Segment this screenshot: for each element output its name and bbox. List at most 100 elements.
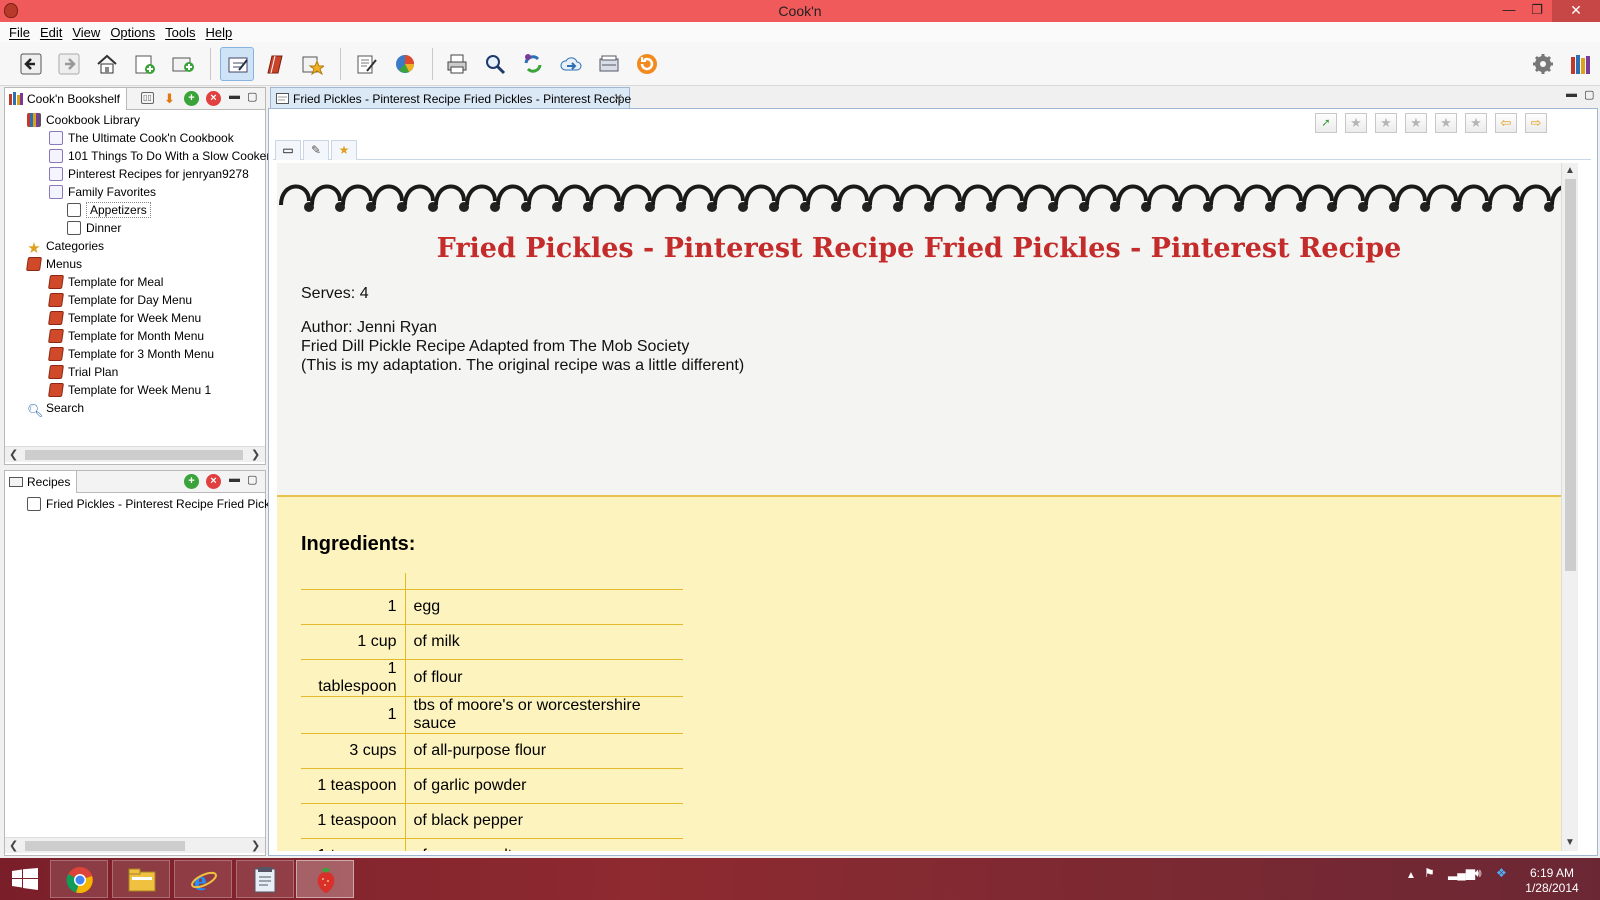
tree-family-favorites[interactable]: Family Favorites — [49, 183, 156, 201]
rating-star-1-icon[interactable]: ★ — [1345, 113, 1367, 133]
search-button[interactable] — [478, 47, 512, 81]
tree-slow-cooker[interactable]: 101 Things To Do With a Slow Cooker — [49, 147, 270, 165]
forward-button[interactable] — [52, 47, 86, 81]
tree-ultimate-cookbook[interactable]: The Ultimate Cook'n Cookbook — [49, 129, 234, 147]
cookbooks-button[interactable] — [258, 47, 292, 81]
tree-cookbook-library[interactable]: Cookbook Library — [27, 111, 140, 129]
panel-maximize-icon[interactable]: ▢ — [247, 90, 257, 103]
scroll-up-icon[interactable]: ▲ — [1565, 165, 1575, 176]
start-button[interactable] — [2, 860, 48, 898]
menu-bar: File Edit View Options Tools Help — [0, 22, 1600, 42]
scroll-left-icon[interactable]: ❮ — [9, 448, 18, 461]
share-icon[interactable]: ➚ — [1315, 113, 1337, 133]
recipe-tab-icon — [276, 93, 289, 104]
rating-star-4-icon[interactable]: ★ — [1435, 113, 1457, 133]
tree-pinterest-recipes[interactable]: Pinterest Recipes for jenryan9278 — [49, 165, 249, 183]
favorites-icon — [302, 56, 324, 75]
recipes-hscrollbar[interactable]: ❮ ❯ — [5, 837, 265, 853]
tree-template-month[interactable]: Template for Month Menu — [48, 327, 204, 345]
menu-tools[interactable]: Tools — [164, 22, 196, 43]
rating-star-3-icon[interactable]: ★ — [1405, 113, 1427, 133]
settings-button[interactable] — [1526, 47, 1560, 81]
scroll-right-icon[interactable]: ❯ — [251, 839, 260, 852]
tree-dinner[interactable]: Dinner — [67, 219, 121, 237]
new-folder-button[interactable] — [166, 47, 200, 81]
close-tab-icon[interactable]: ✕ — [613, 91, 623, 105]
refresh-button[interactable] — [630, 47, 664, 81]
doc-maximize-icon[interactable]: ▢ — [1584, 88, 1594, 101]
print-button[interactable] — [440, 47, 474, 81]
main-toolbar — [0, 42, 1600, 86]
scroll-down-icon[interactable]: ▼ — [1565, 837, 1575, 848]
recipe-document-tab[interactable]: Fried Pickles - Pinterest Recipe Fried P… — [270, 87, 631, 109]
recipe-document: ➚ ★ ★ ★ ★ ★ ⇦ ⇨ ▭ ✎ ★ Fried Pickles - Pi… — [268, 108, 1598, 856]
cloud-upload-button[interactable] — [554, 47, 588, 81]
tree-template-week-1[interactable]: Template for Week Menu 1 — [48, 381, 211, 399]
show-hidden-icons[interactable]: ▲ — [1406, 870, 1416, 881]
nutrition-button[interactable] — [388, 47, 422, 81]
rating-star-2-icon[interactable]: ★ — [1375, 113, 1397, 133]
menu-options[interactable]: Options — [109, 22, 156, 43]
recipe-list-item[interactable]: Fried Pickles - Pinterest Recipe Fried P… — [27, 495, 273, 513]
minimize-button[interactable]: — — [1494, 0, 1524, 22]
file-explorer-taskbar-button[interactable] — [112, 860, 170, 898]
add-icon[interactable]: + — [184, 91, 199, 106]
tree-template-day[interactable]: Template for Day Menu — [48, 291, 192, 309]
favorites-button[interactable] — [296, 47, 330, 81]
tree-trial-plan[interactable]: Trial Plan — [48, 363, 118, 381]
tree-template-3month[interactable]: Template for 3 Month Menu — [48, 345, 214, 363]
edit-pencil-icon[interactable]: ✎ — [303, 140, 329, 160]
panel-minimize-icon[interactable]: ▬ — [229, 90, 240, 102]
delete-icon[interactable]: × — [206, 91, 221, 106]
sync-button[interactable] — [516, 47, 550, 81]
close-window-button[interactable]: ✕ — [1552, 0, 1600, 22]
tree-appetizers[interactable]: Appetizers — [67, 201, 151, 219]
menu-file[interactable]: File — [8, 22, 31, 43]
scroll-right-icon[interactable]: ❯ — [251, 448, 260, 461]
home-button[interactable] — [90, 47, 124, 81]
card-view-icon[interactable]: ▭ — [275, 140, 301, 160]
network-signal-icon[interactable]: ▂▄▆ — [1448, 866, 1475, 880]
restore-button[interactable]: ❐ — [1522, 0, 1552, 22]
tree-template-meal[interactable]: Template for Meal — [48, 273, 163, 291]
panel-minimize-icon[interactable]: ▬ — [229, 473, 240, 485]
documents-taskbar-button[interactable] — [236, 860, 294, 898]
open-book-icon[interactable]: ▯▯ — [141, 92, 154, 104]
bookshelf-tab[interactable]: Cook'n Bookshelf — [5, 88, 128, 110]
tree-template-week[interactable]: Template for Week Menu — [48, 309, 201, 327]
menu-edit[interactable]: Edit — [39, 22, 63, 43]
tree-search[interactable]: 🔍︎ Search — [27, 399, 84, 418]
recipes-tab[interactable]: Recipes — [5, 471, 78, 493]
volume-icon[interactable]: 🔊︎ — [1474, 866, 1482, 881]
bookshelf-button[interactable] — [1564, 47, 1598, 81]
favorite-star-icon[interactable]: ★ — [331, 140, 357, 160]
bookshelf-hscrollbar[interactable]: ❮ ❯ — [5, 446, 265, 462]
dropbox-icon[interactable]: ❖ — [1496, 866, 1507, 880]
tree-menus[interactable]: Menus — [26, 255, 82, 273]
recipe-view-button[interactable] — [220, 47, 254, 81]
previous-recipe-icon[interactable]: ⇦ — [1495, 113, 1517, 133]
tree-categories[interactable]: ★ Categories — [27, 237, 104, 256]
add-recipe-icon[interactable]: + — [184, 474, 199, 489]
clock-time: 6:19 AM — [1529, 866, 1575, 880]
next-recipe-icon[interactable]: ⇨ — [1525, 113, 1547, 133]
menu-help[interactable]: Help — [204, 22, 233, 43]
internet-explorer-taskbar-button[interactable]: e — [174, 860, 232, 898]
cookn-taskbar-button[interactable] — [296, 860, 354, 898]
system-clock[interactable]: 6:19 AM 1/28/2014 — [1516, 866, 1588, 896]
new-recipe-button[interactable] — [128, 47, 162, 81]
scanner-button[interactable] — [592, 47, 626, 81]
ingredients-table: 1 egg 1 cup of milk 1 tablespoon of flour 1… — [301, 573, 683, 851]
chrome-taskbar-button[interactable] — [50, 860, 108, 898]
scroll-left-icon[interactable]: ❮ — [9, 839, 18, 852]
doc-minimize-icon[interactable]: ▬ — [1566, 88, 1577, 100]
panel-maximize-icon[interactable]: ▢ — [247, 473, 257, 486]
download-icon[interactable]: ⬇ — [162, 91, 177, 106]
recipe-vscrollbar[interactable]: ▲ ▼ — [1561, 163, 1578, 851]
notes-button[interactable] — [350, 47, 384, 81]
menu-view[interactable]: View — [71, 22, 101, 43]
back-button[interactable] — [14, 47, 48, 81]
rating-star-5-icon[interactable]: ★ — [1465, 113, 1487, 133]
delete-recipe-icon[interactable]: × — [206, 474, 221, 489]
action-center-flag-icon[interactable]: ⚑ — [1424, 866, 1435, 880]
